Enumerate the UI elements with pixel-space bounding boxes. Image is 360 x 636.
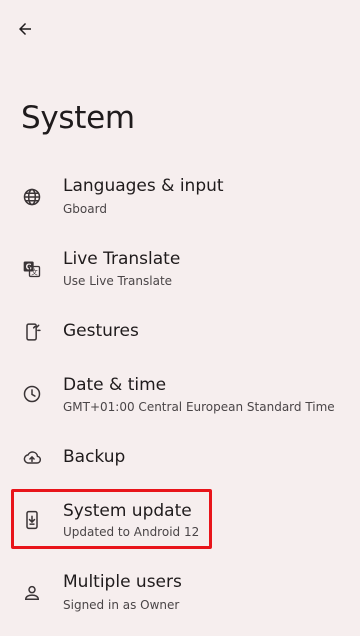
multiple-users-item[interactable]: Multiple users Signed in as Owner [0,566,360,622]
page-title: System [21,100,135,136]
backup-item[interactable]: Backup [0,440,360,476]
svg-text:文: 文 [31,267,38,276]
cloud-upload-icon [21,447,43,469]
gestures-item[interactable]: Gestures [0,314,360,350]
item-subtitle: Signed in as Owner [63,598,180,612]
item-subtitle: Use Live Translate [63,274,173,288]
back-button[interactable] [12,16,38,42]
item-title: Backup [63,447,126,467]
item-title: Date & time [63,375,167,395]
item-title: Languages & input [63,176,224,196]
languages-input-item[interactable]: Languages & input Gboard [0,170,360,226]
item-title: Multiple users [63,572,182,592]
item-title: Gestures [63,321,139,341]
highlight-box [11,489,212,549]
person-icon [21,582,43,604]
translate-icon: G 文 [21,258,43,280]
live-translate-item[interactable]: G 文 Live Translate Use Live Translate [0,242,360,298]
item-title: Live Translate [63,249,181,269]
gestures-icon [21,321,43,343]
globe-icon [21,186,43,208]
date-time-item[interactable]: Date & time GMT+01:00 Central European S… [0,368,360,424]
clock-icon [21,383,43,405]
item-subtitle: Gboard [63,202,107,216]
item-subtitle: GMT+01:00 Central European Standard Time [63,400,335,414]
arrow-back-icon [16,20,34,38]
